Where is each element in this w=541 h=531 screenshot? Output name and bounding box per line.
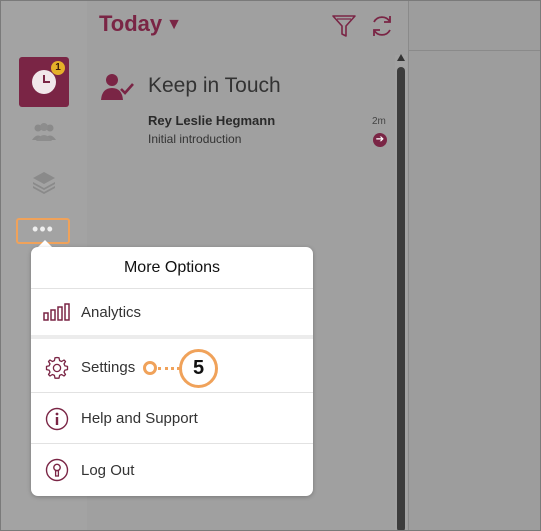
more-options-menu: More Options Analytics Settings Help and… xyxy=(31,247,313,496)
analytics-icon xyxy=(43,303,70,321)
refresh-icon[interactable] xyxy=(369,13,395,39)
app-window: 1 ••• Today ▼ Keep in Touch Rey Leslie H… xyxy=(0,0,541,531)
notification-badge: 1 xyxy=(51,61,65,75)
gear-icon xyxy=(45,356,69,379)
menu-item-help-and-support[interactable]: Help and Support xyxy=(31,394,313,444)
rail-contacts-button[interactable] xyxy=(29,119,59,145)
menu-item-label: Help and Support xyxy=(81,410,198,427)
scroll-up-arrow-icon[interactable] xyxy=(397,54,405,61)
layers-icon xyxy=(33,172,55,194)
panel-header: Today ▼ xyxy=(87,1,412,51)
menu-item-label: Settings xyxy=(81,359,136,376)
contact-timestamp: 2m xyxy=(372,116,386,127)
more-dots-icon: ••• xyxy=(32,219,54,239)
rail-layers-button[interactable] xyxy=(29,167,59,197)
step-number-callout: 5 xyxy=(179,349,218,388)
detail-pane xyxy=(408,1,540,530)
filter-icon[interactable] xyxy=(331,13,357,39)
menu-item-log-out[interactable]: Log Out xyxy=(31,445,313,495)
caret-down-icon: ▼ xyxy=(166,16,182,33)
person-check-icon xyxy=(101,74,134,100)
scrollbar-thumb[interactable] xyxy=(397,67,405,530)
section-title: Keep in Touch xyxy=(148,74,281,97)
arrow-right-icon[interactable]: ➔ xyxy=(373,133,387,147)
contact-name: Rey Leslie Hegmann xyxy=(148,113,276,128)
clock-icon xyxy=(32,70,56,94)
header-divider xyxy=(409,50,540,51)
logout-icon xyxy=(45,458,69,482)
page-title: Today xyxy=(99,11,163,36)
rail-today-button[interactable]: 1 xyxy=(19,57,69,107)
contact-subtitle: Initial introduction xyxy=(148,132,242,146)
today-dropdown[interactable]: Today ▼ xyxy=(99,11,182,37)
callout-connector xyxy=(158,367,180,370)
menu-title: More Options xyxy=(31,247,313,289)
menu-item-analytics[interactable]: Analytics xyxy=(31,289,313,339)
menu-item-label: Analytics xyxy=(81,303,142,321)
people-icon xyxy=(32,123,56,141)
info-icon xyxy=(45,407,69,430)
callout-anchor xyxy=(143,361,157,375)
menu-item-label: Log Out xyxy=(81,461,135,479)
